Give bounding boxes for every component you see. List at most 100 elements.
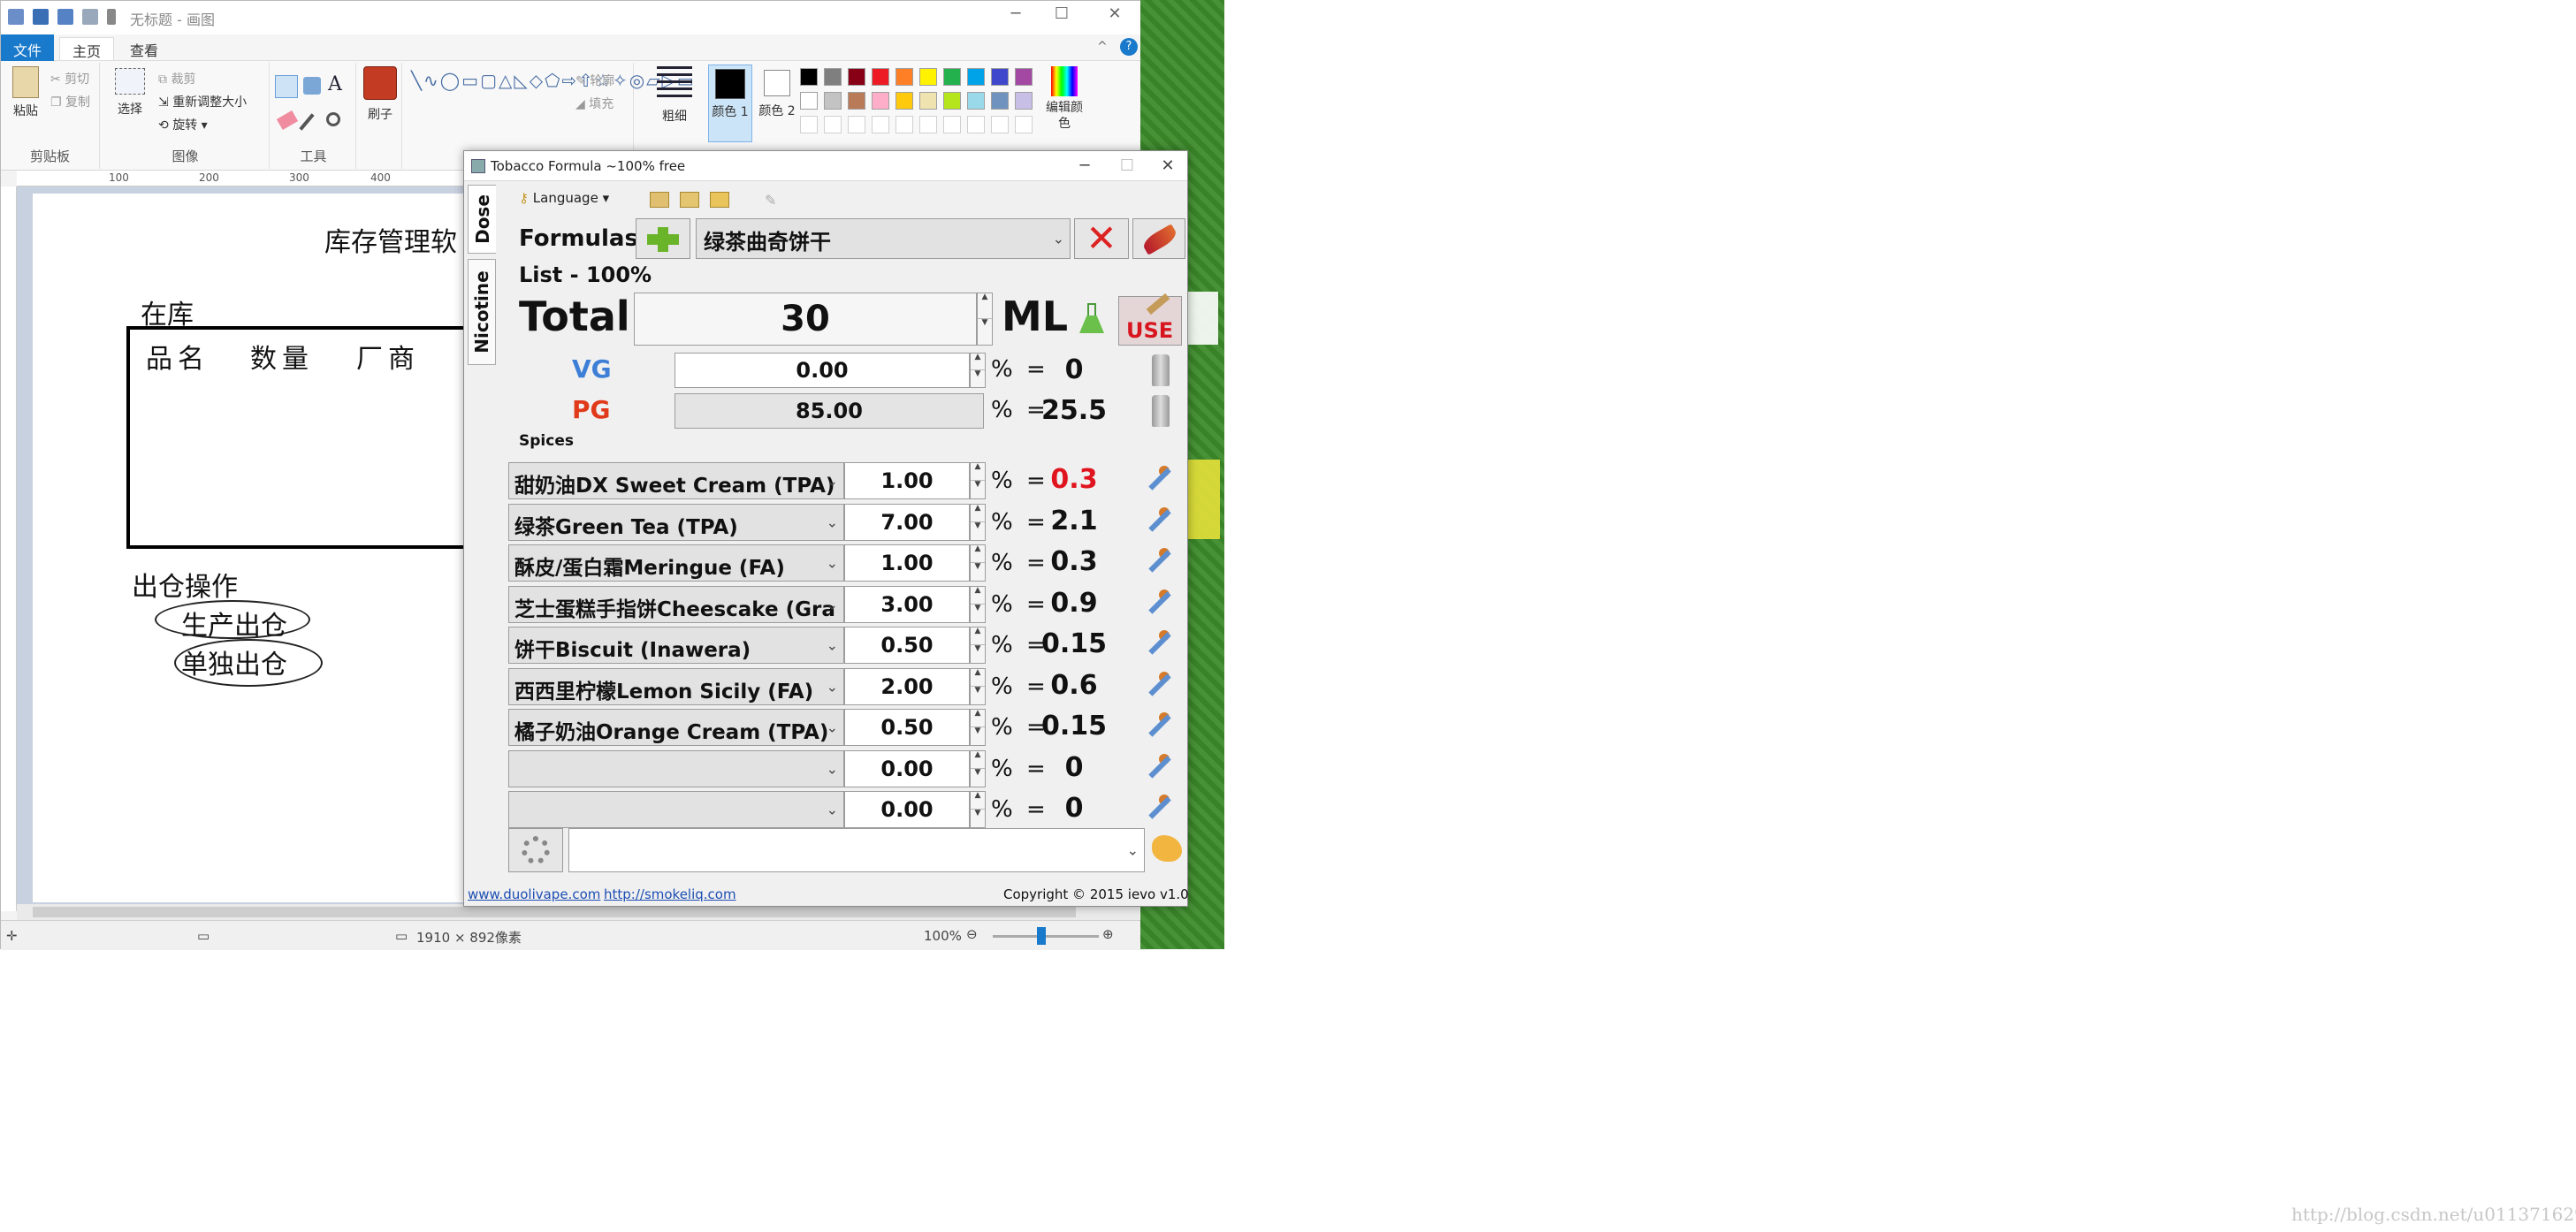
dropper-icon[interactable] <box>1145 670 1175 700</box>
maximize-button[interactable]: ☐ <box>1044 4 1079 29</box>
link-duolivape[interactable]: www.duolivape.com <box>468 886 600 902</box>
spice-value-input[interactable]: 7.00 <box>844 504 970 541</box>
qat-dropdown-icon[interactable] <box>107 9 116 25</box>
dropper-icon[interactable] <box>1145 752 1175 782</box>
palette-swatch[interactable] <box>800 68 818 86</box>
resize-button[interactable]: ⇲ 重新调整大小 <box>158 93 247 110</box>
formula-select[interactable]: 绿茶曲奇饼干 ⌄ <box>696 218 1071 259</box>
zoom-out-icon[interactable]: ⊖ <box>966 926 978 942</box>
vg-bottle-icon[interactable] <box>1152 354 1170 386</box>
tab-dose[interactable]: Dose <box>468 185 496 254</box>
delete-formula-button[interactable]: ✕ <box>1074 218 1129 259</box>
palette-swatch[interactable] <box>872 92 889 110</box>
palette-swatch[interactable] <box>1015 68 1033 86</box>
spice-stepper[interactable]: ▲ ▼ <box>970 709 986 746</box>
palette-swatch[interactable] <box>800 92 818 110</box>
palette-empty-swatch[interactable] <box>943 116 961 133</box>
palette-swatch[interactable] <box>991 92 1009 110</box>
spice-value-input[interactable]: 1.00 <box>844 462 970 499</box>
open-folder-icon[interactable] <box>680 192 699 208</box>
language-menu[interactable]: ⚷ Language ▾ <box>519 190 609 206</box>
settings-button[interactable] <box>508 828 563 872</box>
tf-maximize-button[interactable]: ☐ <box>1109 154 1145 179</box>
palette-swatch[interactable] <box>848 68 865 86</box>
tab-home[interactable]: 主页 <box>59 37 115 60</box>
tf-close-button[interactable]: ✕ <box>1150 154 1185 179</box>
pointing-hand-icon[interactable] <box>1152 835 1182 862</box>
palette-swatch[interactable] <box>943 68 961 86</box>
palette-empty-swatch[interactable] <box>896 116 913 133</box>
redo-icon[interactable] <box>82 9 98 25</box>
dropper-icon[interactable] <box>1145 711 1175 741</box>
palette-swatch[interactable] <box>943 92 961 110</box>
copy-button[interactable]: ❐ 复制 <box>50 93 90 110</box>
spice-value-input[interactable]: 0.00 <box>844 791 970 828</box>
magnifier-icon[interactable] <box>326 112 340 126</box>
palette-swatch[interactable] <box>991 68 1009 86</box>
zoom-slider-thumb[interactable] <box>1037 927 1046 945</box>
palette-empty-swatch[interactable] <box>800 116 818 133</box>
palette-swatch[interactable] <box>919 92 937 110</box>
spice-select[interactable]: 甜奶油DX Sweet Cream (TPA) ⌄ <box>508 462 844 499</box>
flask-icon[interactable] <box>1079 303 1104 335</box>
dropper-icon[interactable] <box>1145 588 1175 618</box>
spice-select[interactable]: 芝士蛋糕手指饼Cheescake (Gra ⌄ <box>508 586 844 623</box>
dropper-icon[interactable] <box>1145 793 1175 823</box>
help-icon[interactable]: ? <box>1120 38 1138 56</box>
spice-value-input[interactable]: 0.50 <box>844 709 970 746</box>
palette-swatch[interactable] <box>919 68 937 86</box>
dropper-icon[interactable] <box>1145 546 1175 576</box>
pg-bottle-icon[interactable] <box>1152 395 1170 427</box>
vg-input[interactable]: 0.00 <box>674 353 970 388</box>
pencil-icon[interactable] <box>275 75 298 98</box>
crop-button[interactable]: ⧉ 裁剪 <box>158 70 195 87</box>
dropper-icon[interactable] <box>1145 628 1175 658</box>
cut-button[interactable]: ✂ 剪切 <box>50 70 89 87</box>
spice-stepper[interactable]: ▲ ▼ <box>970 791 986 828</box>
fill-button[interactable]: ◢ 填充 <box>575 95 614 112</box>
pg-input[interactable]: 85.00 <box>674 393 984 429</box>
tf-minimize-button[interactable]: ─ <box>1067 154 1102 179</box>
zoom-slider[interactable] <box>993 927 1099 945</box>
scroll-thumb[interactable] <box>33 907 1076 917</box>
edit-formula-button[interactable] <box>1132 218 1185 259</box>
spice-select[interactable]: 西西里柠檬Lemon Sicily (FA) ⌄ <box>508 668 844 705</box>
rotate-button[interactable]: ⟲ 旋转 ▾ <box>158 116 208 133</box>
new-folder-icon[interactable] <box>650 192 669 208</box>
palette-empty-swatch[interactable] <box>919 116 937 133</box>
feather-small-icon[interactable]: ✎ <box>765 192 784 209</box>
use-button[interactable]: USE <box>1118 293 1182 346</box>
spice-select[interactable]: ⌄ <box>508 791 844 828</box>
outline-button[interactable]: ✎ 轮廓 <box>575 72 614 89</box>
spice-value-input[interactable]: 0.00 <box>844 750 970 787</box>
total-input[interactable]: 30 <box>634 293 977 346</box>
palette-swatch[interactable] <box>824 92 842 110</box>
palette-swatch[interactable] <box>872 68 889 86</box>
link-smokeliq[interactable]: http://smokeliq.com <box>604 886 736 902</box>
bottom-select[interactable]: ⌄ <box>568 828 1145 872</box>
color-picker-icon[interactable] <box>299 113 315 131</box>
palette-empty-swatch[interactable] <box>848 116 865 133</box>
spice-select[interactable]: 橘子奶油Orange Cream (TPA) ⌄ <box>508 709 844 746</box>
save-folder-icon[interactable] <box>710 192 729 208</box>
brushes-button[interactable]: 刷子 <box>362 66 399 123</box>
close-button[interactable]: ✕ <box>1097 4 1132 29</box>
select-button[interactable]: 选择 <box>112 68 148 118</box>
spice-select[interactable]: 酥皮/蛋白霜Meringue (FA) ⌄ <box>508 544 844 582</box>
palette-swatch[interactable] <box>896 92 913 110</box>
spice-stepper[interactable]: ▲ ▼ <box>970 586 986 623</box>
color1-button[interactable]: 颜色 1 <box>708 65 752 142</box>
edit-colors-button[interactable]: 编辑颜色 <box>1044 66 1085 132</box>
spice-value-input[interactable]: 0.50 <box>844 627 970 664</box>
ribbon-collapse-icon[interactable]: ^ <box>1097 40 1108 54</box>
spice-value-input[interactable]: 1.00 <box>844 544 970 582</box>
palette-empty-swatch[interactable] <box>824 116 842 133</box>
spice-select[interactable]: 绿茶Green Tea (TPA) ⌄ <box>508 504 844 541</box>
app-menu-icon[interactable] <box>8 9 24 25</box>
total-stepper[interactable]: ▲ ▼ <box>977 293 993 346</box>
fill-bucket-icon[interactable] <box>303 77 321 95</box>
shapes-gallery[interactable]: ╲∿◯▭▢△◺◇⬠⇨⇧☆✧◎▱▷▭ <box>411 70 694 132</box>
spice-stepper[interactable]: ▲ ▼ <box>970 462 986 499</box>
text-icon[interactable]: A <box>328 73 342 95</box>
palette-empty-swatch[interactable] <box>991 116 1009 133</box>
